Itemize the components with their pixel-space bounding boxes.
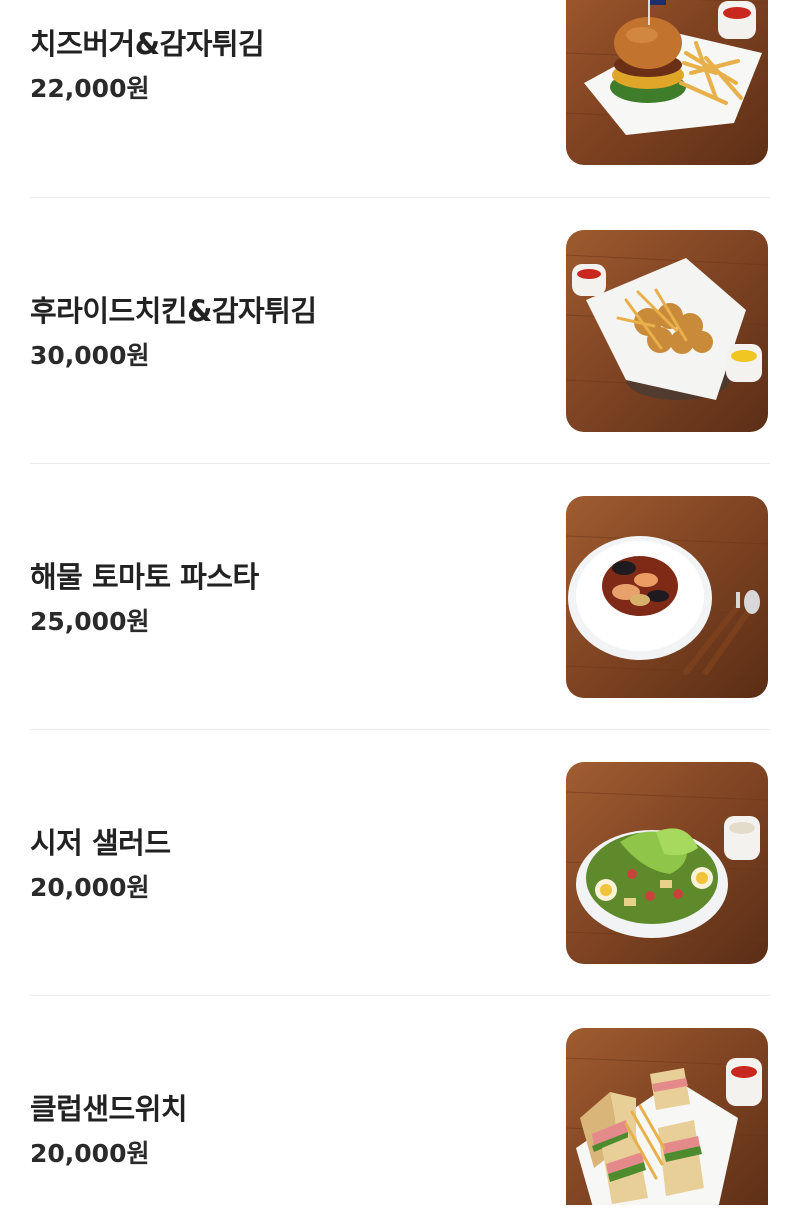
seafood-tomato-pasta-photo[interactable]	[566, 496, 768, 698]
menu-item-name: 해물 토마토 파스타	[30, 560, 259, 594]
menu-item-price: 22,000원	[30, 74, 150, 103]
divider	[30, 729, 770, 730]
menu-item-price: 20,000원	[30, 1139, 150, 1168]
fried-chicken-fries-photo[interactable]	[566, 230, 768, 432]
menu-item-price: 20,000원	[30, 873, 150, 902]
menu-item-price: 25,000원	[30, 607, 150, 636]
menu-item-name: 후라이드치킨&감자튀김	[30, 294, 317, 328]
menu-item[interactable]: 클럽샌드위치 20,000원	[30, 1028, 770, 1230]
menu-item[interactable]: 후라이드치킨&감자튀김 30,000원	[30, 230, 770, 432]
cheeseburger-fries-photo[interactable]	[566, 0, 768, 165]
menu-item-name: 시저 샐러드	[30, 826, 171, 860]
caesar-salad-photo[interactable]	[566, 762, 768, 964]
menu-item-info: 치즈버거&감자튀김 22,000원	[30, 0, 530, 165]
menu-item-price: 30,000원	[30, 341, 150, 370]
menu-item[interactable]: 해물 토마토 파스타 25,000원	[30, 496, 770, 698]
menu-item-info: 클럽샌드위치 20,000원	[30, 1028, 530, 1230]
divider	[30, 995, 770, 996]
menu-item-info: 해물 토마토 파스타 25,000원	[30, 496, 530, 698]
menu-item-name: 클럽샌드위치	[30, 1092, 188, 1126]
divider	[30, 463, 770, 464]
menu-item-name: 치즈버거&감자튀김	[30, 27, 265, 61]
menu-item-info: 후라이드치킨&감자튀김 30,000원	[30, 230, 530, 432]
divider	[30, 197, 770, 198]
club-sandwich-photo[interactable]	[566, 1028, 768, 1205]
menu-item[interactable]: 치즈버거&감자튀김 22,000원	[30, 0, 770, 165]
menu-item[interactable]: 시저 샐러드 20,000원	[30, 762, 770, 964]
menu-item-info: 시저 샐러드 20,000원	[30, 762, 530, 964]
